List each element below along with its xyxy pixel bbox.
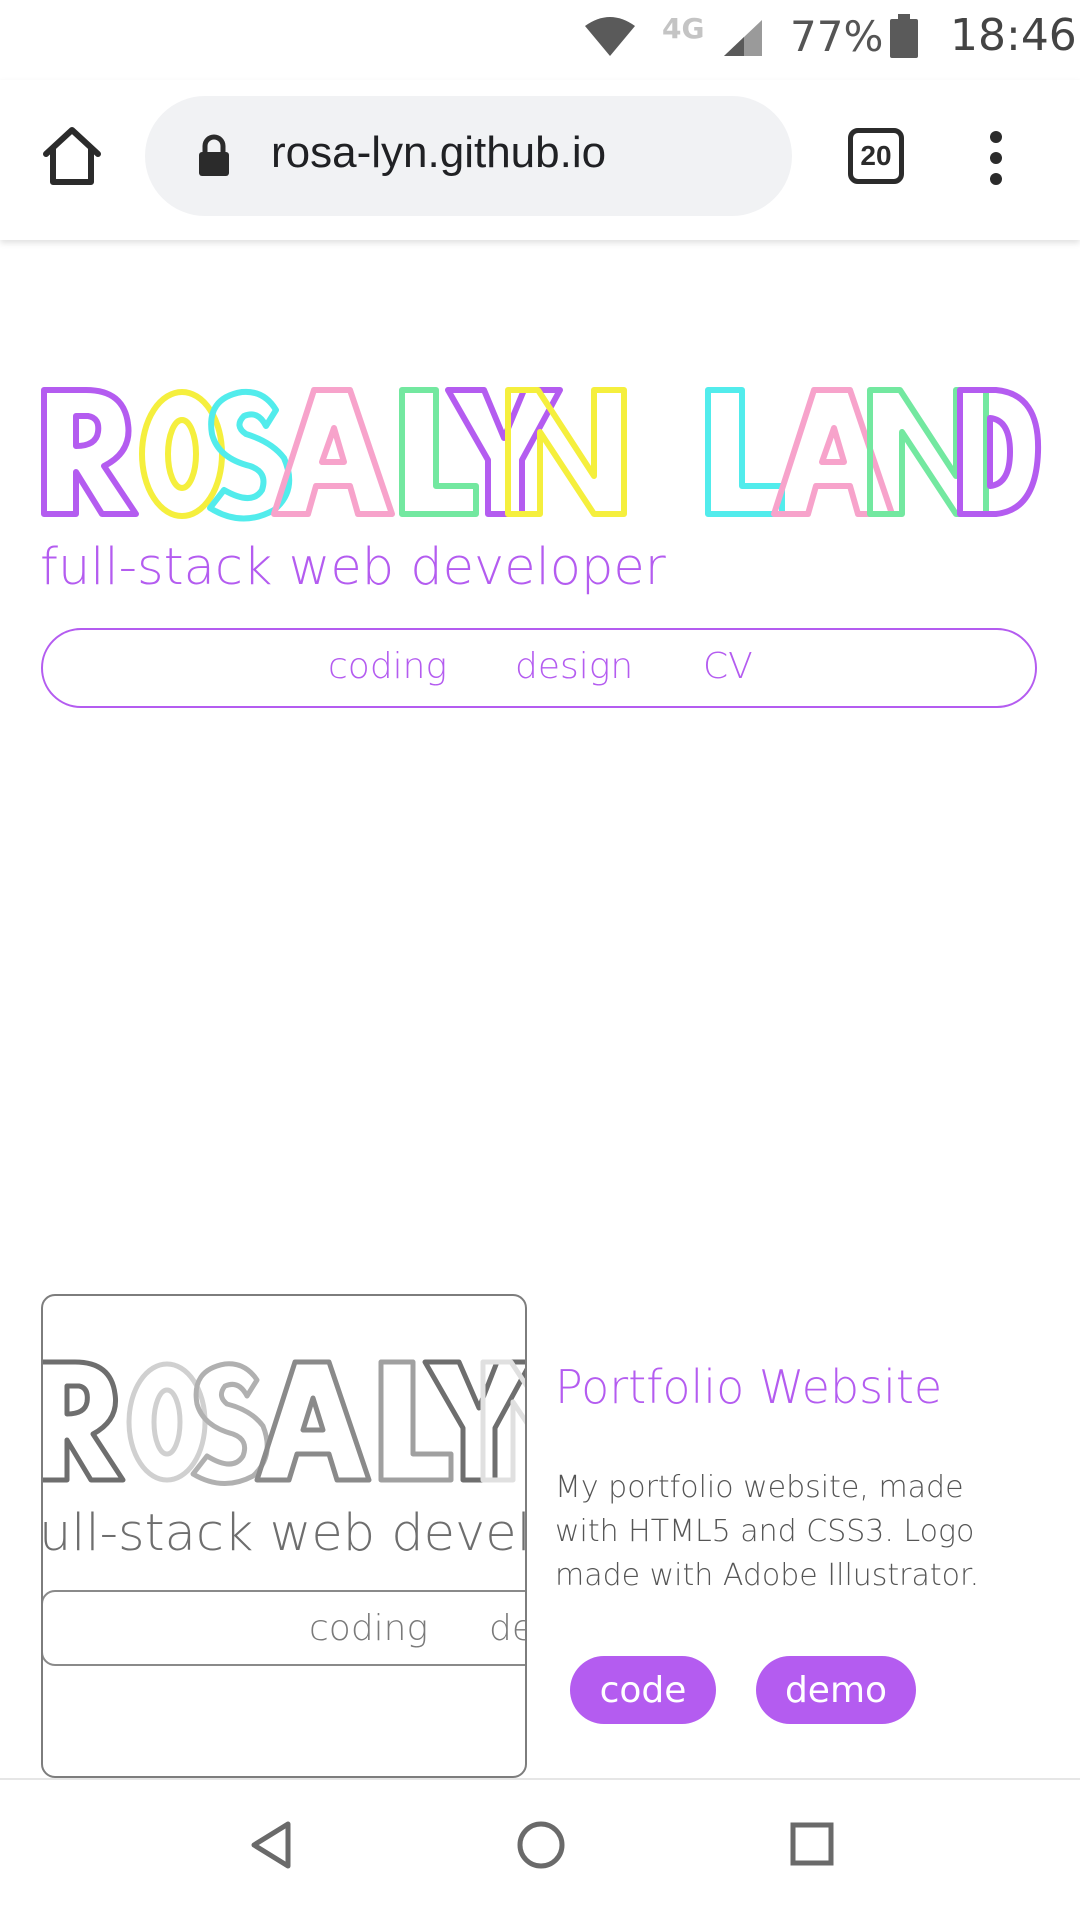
battery-icon xyxy=(890,14,918,58)
browser-toolbar: rosa-lyn.github.io 20 xyxy=(0,80,1080,240)
home-icon[interactable] xyxy=(40,124,104,188)
home-circle-icon[interactable] xyxy=(516,1820,566,1870)
tab-switcher-button[interactable]: 20 xyxy=(848,128,904,184)
thumbnail-nav-coding: coding xyxy=(309,1608,429,1649)
network-type: 4G xyxy=(662,12,705,45)
cell-signal-icon xyxy=(724,20,762,56)
nav-link-cv[interactable]: CV xyxy=(703,646,753,687)
battery-percent: 77% xyxy=(790,12,884,61)
site-nav: coding design CV xyxy=(41,628,1037,708)
thumbnail-tagline: full-stack web developer xyxy=(41,1504,525,1563)
wifi-icon xyxy=(585,17,635,56)
thumbnail-logo xyxy=(43,1359,525,1487)
thumbnail-nav: coding design xyxy=(43,1590,525,1666)
project-thumbnail[interactable]: full-stack web developer coding design xyxy=(41,1294,527,1778)
site-logo xyxy=(41,387,1042,522)
recents-icon[interactable] xyxy=(790,1822,834,1866)
address-bar[interactable]: rosa-lyn.github.io xyxy=(145,96,792,216)
nav-link-coding[interactable]: coding xyxy=(328,646,447,687)
system-nav-bar xyxy=(0,1778,1080,1920)
project-title: Portfolio Website xyxy=(555,1360,943,1414)
thumbnail-nav-design: design xyxy=(489,1608,525,1649)
clock: 18:46 xyxy=(950,10,1077,61)
tagline: full-stack web developer xyxy=(40,538,666,597)
url-text[interactable]: rosa-lyn.github.io xyxy=(271,128,606,178)
project-description: My portfolio website, made with HTML5 an… xyxy=(555,1470,980,1593)
code-button-label: code xyxy=(599,1669,687,1711)
status-bar: 4G 77% 18:46 xyxy=(0,0,1080,80)
demo-button[interactable]: demo xyxy=(756,1656,916,1724)
more-vert-icon[interactable] xyxy=(986,130,1006,186)
nav-link-design[interactable]: design xyxy=(515,646,633,687)
code-button[interactable]: code xyxy=(570,1656,716,1724)
tab-count: 20 xyxy=(860,140,892,171)
lock-icon xyxy=(199,134,229,176)
back-icon[interactable] xyxy=(248,1820,292,1870)
demo-button-label: demo xyxy=(784,1669,888,1711)
